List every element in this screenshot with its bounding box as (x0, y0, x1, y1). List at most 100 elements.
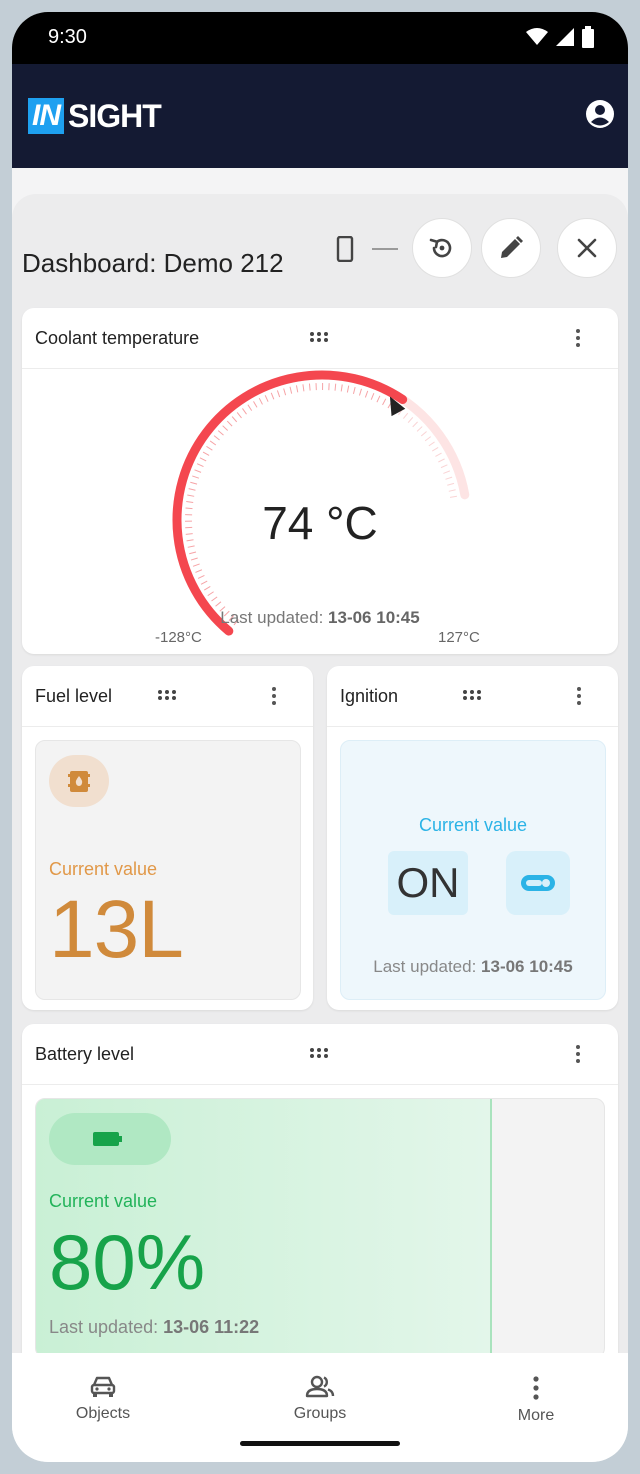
fuel-canister-icon (68, 771, 90, 792)
dashboard-title: Dashboard: Demo 212 (22, 248, 284, 278)
coolant-last-updated: Last updated: 13-06 10:45 (22, 608, 618, 628)
ignition-toggle-badge[interactable] (506, 851, 570, 915)
more-options-icon[interactable] (575, 328, 581, 348)
drag-handle-icon[interactable] (157, 689, 177, 701)
phone-icon[interactable] (336, 236, 354, 262)
gauge-tick (443, 470, 451, 474)
gauge-tick (247, 404, 253, 411)
ignition-last-updated-value: 13-06 10:45 (481, 957, 573, 976)
ignition-value: ON (396, 859, 460, 906)
more-vertical-icon (533, 1376, 539, 1400)
gauge-tick (340, 384, 343, 392)
ignition-value-box: ON (388, 851, 468, 915)
battery-value: 80% (49, 1218, 206, 1306)
gauge-tick (215, 601, 222, 607)
more-options-icon[interactable] (575, 1044, 581, 1064)
nav-item-objects[interactable]: Objects (43, 1375, 163, 1423)
drag-handle-icon[interactable] (309, 331, 329, 343)
fuel-current-label: Current value (49, 859, 158, 879)
logo-in: IN (28, 98, 64, 134)
gauge-tick (231, 416, 238, 423)
gauge-tick (308, 383, 311, 391)
gauge-tick (440, 464, 448, 469)
gauge-tick (302, 384, 305, 392)
signal-icon (556, 28, 574, 46)
battery-last-updated-value: 13-06 11:22 (163, 1317, 260, 1337)
fuel-inner-panel: Current value 13L (35, 740, 301, 1000)
more-options-icon[interactable] (576, 686, 582, 706)
groups-icon (305, 1375, 335, 1398)
gauge-tick (295, 385, 299, 393)
fuel-value: 13L (49, 884, 184, 975)
fuel-card: Fuel level Current value 13L (22, 666, 313, 1010)
gauge-tick (358, 388, 362, 396)
close-button[interactable] (557, 218, 617, 278)
gauge-tick (192, 475, 200, 479)
gauge-tick (222, 425, 229, 431)
battery-inner-panel: Current value 80% Last updated: 13-06 11… (35, 1098, 605, 1358)
fuel-title: Fuel level (35, 686, 113, 706)
gauge-tick (352, 386, 356, 394)
gauge-tick (226, 420, 233, 427)
status-bar: 9:30 (12, 12, 628, 64)
gauge-tick (204, 586, 211, 591)
ignition-current-label: Current value (418, 815, 528, 835)
gauge-tick (194, 469, 202, 473)
app-bar: IN SIGHT (12, 64, 628, 168)
content-area[interactable]: Dashboard: Demo 212 Coolant temperature … (12, 168, 628, 1394)
gauge-tick (276, 390, 281, 398)
gauge-tick (190, 557, 198, 561)
gauge-tick (200, 580, 208, 585)
gauge-tick (270, 392, 275, 400)
gauge-tick (264, 395, 269, 402)
gauge-tick (346, 385, 350, 393)
nav-item-more[interactable]: More (476, 1375, 596, 1425)
gauge-tick (190, 481, 198, 485)
nav-label-objects: Objects (75, 1405, 131, 1422)
battery-last-updated-label: Last updated: (49, 1317, 159, 1337)
account-icon[interactable] (584, 98, 616, 130)
drag-handle-icon[interactable] (462, 689, 482, 701)
ignition-card: Ignition Current value ON Last updated: … (327, 666, 618, 1010)
reset-button[interactable] (412, 218, 472, 278)
logo-rest: SIGHT (68, 97, 162, 134)
insight-logo[interactable]: IN SIGHT (28, 97, 162, 134)
ignition-title: Ignition (340, 686, 399, 706)
wifi-icon (526, 28, 548, 45)
gauge-tick (445, 476, 453, 480)
gauge-min-label: -128°C (155, 629, 202, 646)
ignition-inner-panel: Current value ON Last updated: 13-06 10:… (340, 740, 606, 1000)
gauge-tick (428, 441, 435, 447)
battery-icon-badge (49, 1113, 171, 1165)
ignition-last-updated: Last updated: 13-06 10:45 (341, 957, 605, 977)
nav-item-groups[interactable]: Groups (260, 1375, 380, 1423)
gauge-tick (334, 383, 337, 391)
more-options-icon[interactable] (271, 686, 277, 706)
ignition-last-updated-label: Last updated: (373, 957, 477, 976)
coolant-last-updated-label: Last updated: (220, 608, 324, 627)
card-separator (22, 726, 313, 727)
gauge-tick (407, 417, 414, 423)
nav-label-more: More (517, 1407, 555, 1424)
gauge-max-label: 127°C (438, 629, 480, 646)
device-frame: 9:30 IN SIGHT Dashboard: Demo 212 Coolan… (0, 0, 640, 1474)
gauge-tick (416, 426, 423, 432)
nav-label-groups: Groups (293, 1405, 347, 1422)
drag-handle-icon[interactable] (309, 1047, 329, 1059)
edit-button[interactable] (481, 218, 541, 278)
gauge-tick (213, 435, 220, 441)
gauge-tick (209, 440, 217, 446)
gauge-tick (420, 431, 427, 437)
gauge-tick (376, 395, 381, 403)
gauge-tick (188, 488, 196, 491)
gauge-tick (253, 401, 258, 408)
dashboard-panel: Dashboard: Demo 212 Coolant temperature … (12, 194, 628, 1394)
home-indicator (240, 1441, 400, 1446)
status-icons (526, 26, 594, 48)
coolant-value: 74 °C (262, 497, 378, 549)
gauge-tick (217, 430, 224, 436)
gauge-tick (424, 436, 431, 442)
divider-dash (372, 248, 398, 250)
gauge-tick (370, 393, 375, 400)
gauge-tick (192, 563, 200, 567)
